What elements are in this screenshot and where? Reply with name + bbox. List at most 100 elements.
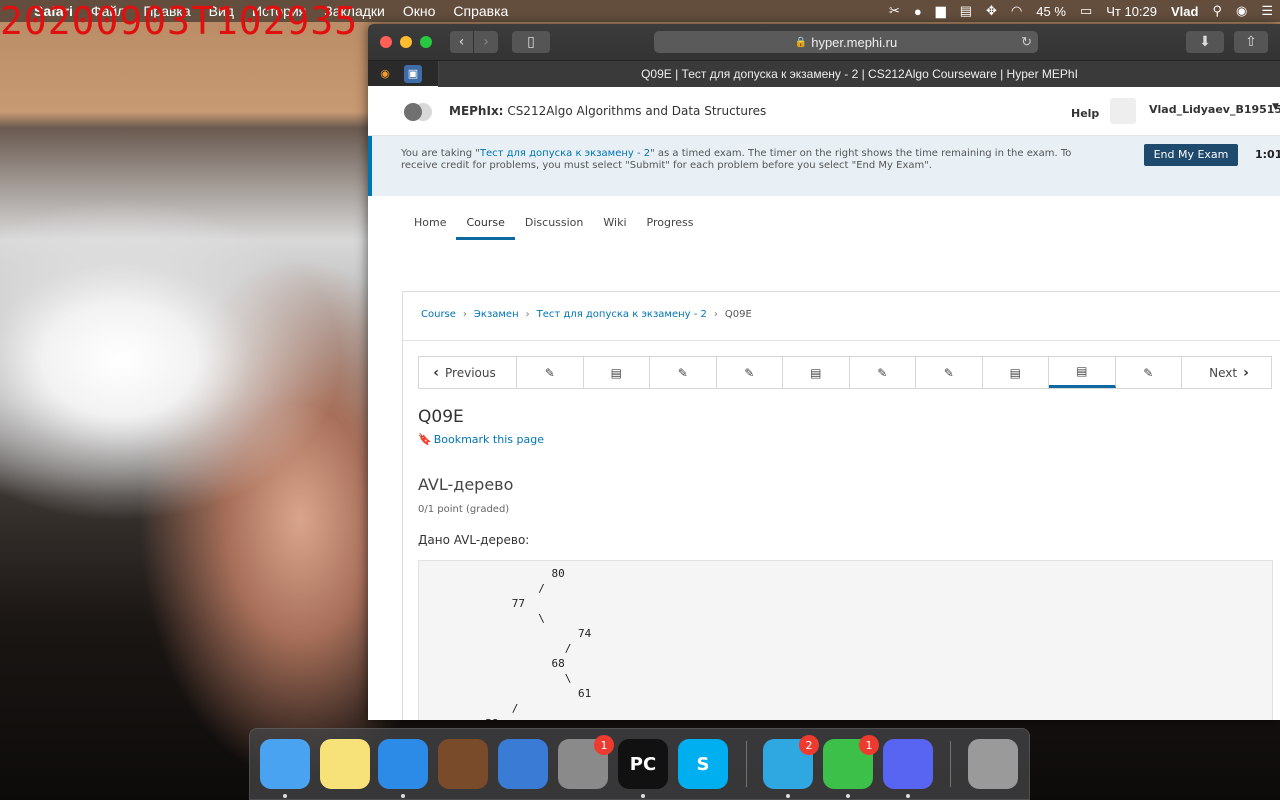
pycharm-icon[interactable]: PC [618, 739, 668, 789]
menu-clock[interactable]: Чт 10:29 [1099, 4, 1164, 19]
address-bar[interactable]: 🔒 hyper.mephi.ru ↻ [654, 31, 1038, 53]
downloads-button[interactable]: ⬇ [1186, 31, 1224, 53]
running-indicator [283, 794, 287, 798]
web-page: MEPhIx: CS212Algo Algorithms and Data St… [368, 86, 1280, 720]
course-name: CS212Algo Algorithms and Data Structures [507, 103, 767, 118]
bookmark-button[interactable]: 🔖 Bookmark this page [418, 433, 544, 446]
course-content-card: Course › Экзамен › Тест для допуска к эк… [402, 291, 1280, 720]
avatar[interactable] [1110, 98, 1136, 124]
sequence-unit-10[interactable]: ✎ [1116, 357, 1182, 388]
chevron-right-icon: › [525, 309, 530, 320]
course-org: MEPhIx: [449, 103, 504, 118]
battery-percent[interactable]: 45 % [1029, 4, 1073, 19]
breadcrumb-current: Q09E [724, 309, 752, 320]
site-logo-icon[interactable] [404, 102, 434, 121]
tab-discussion[interactable]: Discussion [515, 216, 594, 240]
notes-icon[interactable] [320, 739, 370, 789]
menu-window[interactable]: Окно [394, 3, 445, 19]
end-my-exam-button[interactable]: End My Exam [1144, 144, 1238, 166]
tree-line: 77 [419, 597, 525, 610]
notification-app-icon[interactable]: ● [907, 4, 929, 19]
problem-points: 0/1 point (graded) [418, 504, 510, 515]
exam-timer: 1:01: [1255, 148, 1280, 161]
active-tab[interactable]: Q09E | Тест для допуска к экзамену - 2 |… [438, 60, 1280, 87]
history-nav-group: ‹ › [450, 31, 498, 53]
sequence-navigation: ‹ Previous ✎ ▤ ✎ ✎ ▤ ✎ ✎ ▤ ▤ ✎ Next › [418, 356, 1272, 389]
running-indicator [846, 794, 850, 798]
sequence-unit-7[interactable]: ✎ [916, 357, 983, 388]
dock-separator [746, 741, 747, 787]
sequence-unit-6[interactable]: ✎ [850, 357, 916, 388]
safari-window: ‹ › ▯ 🔒 hyper.mephi.ru ↻ ⬇ ⇧ ◉ ▣ Q09E | … [368, 24, 1280, 720]
sequence-unit-5[interactable]: ▤ [783, 357, 850, 388]
running-indicator [906, 794, 910, 798]
dock-separator [950, 741, 951, 787]
unit-title: Q09E [418, 407, 464, 427]
telegram-icon[interactable]: 2 [763, 735, 819, 789]
edit-icon: ✎ [877, 365, 888, 380]
tab-course[interactable]: Course [456, 216, 515, 240]
garageband-icon[interactable] [438, 739, 488, 789]
next-button[interactable]: Next › [1182, 357, 1270, 388]
sidebar-toggle-button[interactable]: ▯ [512, 31, 550, 53]
sequence-unit-8[interactable]: ▤ [983, 357, 1049, 388]
menu-help[interactable]: Справка [444, 3, 517, 19]
sequence-unit-1[interactable]: ✎ [517, 357, 584, 388]
minimize-window-button[interactable] [400, 36, 412, 48]
pinned-tab-icon-2[interactable]: ▣ [404, 64, 422, 83]
notification-center-icon[interactable]: ☰ [1254, 3, 1280, 19]
sequence-unit-3[interactable]: ✎ [650, 357, 717, 388]
wifi-icon[interactable]: ◠ [1004, 3, 1029, 19]
previous-label: Previous [445, 365, 496, 380]
tab-progress[interactable]: Progress [637, 216, 704, 240]
breadcrumb: Course › Экзамен › Тест для допуска к эк… [421, 309, 752, 320]
breadcrumb-section[interactable]: Экзамен [474, 309, 519, 320]
course-tabs: Home Course Discussion Wiki Progress [368, 196, 1280, 240]
pinned-tab-icon[interactable]: ◉ [376, 64, 394, 83]
url-text: hyper.mephi.ru [811, 34, 898, 50]
tab-wiki[interactable]: Wiki [593, 216, 636, 240]
tree-line: \ [419, 672, 572, 685]
exam-link[interactable]: Тест для допуска к экзамену - 2 [480, 148, 650, 159]
close-window-button[interactable] [380, 36, 392, 48]
exam-banner-text: You are taking "Тест для допуска к экзам… [401, 148, 1072, 171]
safari-icon[interactable] [378, 739, 428, 789]
discord-icon[interactable] [883, 739, 933, 789]
help-link[interactable]: Help [1071, 107, 1099, 120]
site-header: MEPhIx: CS212Algo Algorithms and Data St… [368, 86, 1280, 136]
spotlight-search-icon[interactable]: ⚲ [1205, 3, 1229, 19]
battery-icon[interactable]: ▭ [1073, 3, 1099, 19]
tab-home[interactable]: Home [404, 216, 456, 240]
running-indicator [786, 794, 790, 798]
share-button[interactable]: ⇧ [1234, 31, 1268, 53]
edit-icon: ✎ [744, 365, 755, 380]
reload-icon[interactable]: ↻ [1021, 34, 1032, 50]
siri-icon[interactable]: ◉ [1229, 3, 1254, 19]
menu-user[interactable]: Vlad [1164, 4, 1205, 19]
breadcrumb-subsection[interactable]: Тест для допуска к экзамену - 2 [537, 309, 707, 320]
trash-icon[interactable] [968, 739, 1018, 789]
fullscreen-window-button[interactable] [420, 36, 432, 48]
finder-icon[interactable] [260, 739, 310, 789]
problem-prompt: Дано AVL-дерево: [418, 533, 530, 547]
book-icon: ▤ [1009, 365, 1021, 380]
xcode-icon[interactable] [498, 739, 548, 789]
chat-icon[interactable]: ▆ [929, 3, 953, 19]
system-preferences-icon[interactable]: 1 [558, 735, 614, 789]
scissors-icon[interactable]: ✂ [882, 3, 907, 19]
move-arrows-icon[interactable]: ✥ [979, 3, 1004, 19]
skype-icon[interactable]: S [678, 739, 728, 789]
user-menu[interactable]: Vlad_Lidyaev_B19515 [1149, 103, 1280, 116]
sequence-unit-2[interactable]: ▤ [584, 357, 650, 388]
previous-button[interactable]: ‹ Previous [419, 357, 517, 388]
facetime-badge: 1 [859, 735, 879, 755]
forward-button[interactable]: › [474, 31, 498, 53]
facetime-icon[interactable]: 1 [823, 735, 879, 789]
back-button[interactable]: ‹ [450, 31, 474, 53]
breadcrumb-course[interactable]: Course [421, 309, 456, 320]
input-flag-icon[interactable]: ▤ [953, 3, 979, 19]
macos-dock: 1 PC S 2 1 [249, 728, 1030, 800]
sequence-unit-9[interactable]: ▤ [1049, 357, 1116, 388]
chevron-down-icon[interactable]: ▼ [1272, 102, 1279, 112]
sequence-unit-4[interactable]: ✎ [717, 357, 783, 388]
